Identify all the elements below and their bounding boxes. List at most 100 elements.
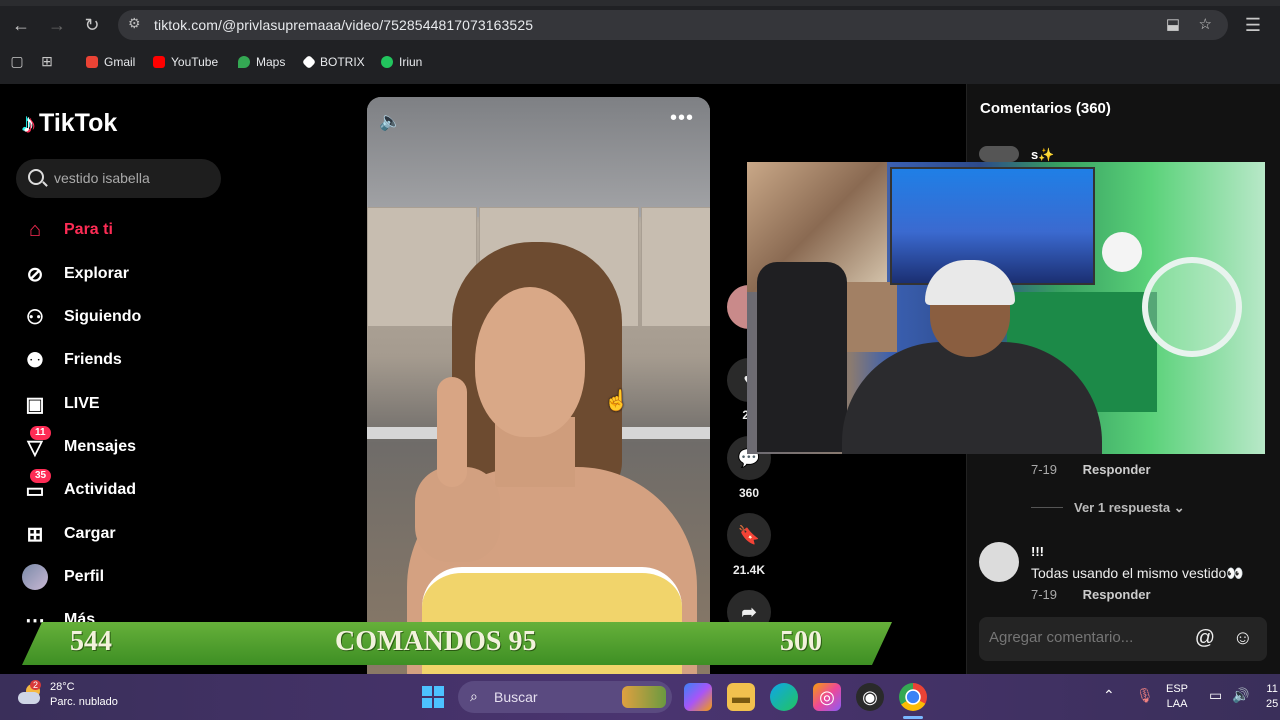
nav-siguiendo[interactable]: ⚇ Siguiendo xyxy=(22,302,141,332)
nav-label: Actividad xyxy=(64,481,137,498)
forward-arrow-icon[interactable]: → xyxy=(44,12,70,38)
bookmark-gmail[interactable]: Gmail xyxy=(86,53,135,71)
install-app-icon[interactable]: ⬓ xyxy=(1166,15,1180,33)
video-person-finger xyxy=(437,377,467,487)
show-hidden-icons-icon[interactable]: ⌃ xyxy=(1103,687,1115,704)
nav-label: Siguiendo xyxy=(64,308,142,325)
language-indicator[interactable]: ESP LAA xyxy=(1166,682,1188,712)
browser-chrome: ← → ↻ ⚙ tiktok.com/@privlasupremaaa/vide… xyxy=(0,0,1280,84)
tiktok-logo[interactable]: ♪ TikTok xyxy=(22,108,117,139)
bookmark-iriun[interactable]: Iriun xyxy=(381,53,422,71)
site-settings-icon[interactable]: ⚙ xyxy=(128,15,141,32)
nav-label: Explorar xyxy=(64,265,129,282)
address-bar[interactable]: ⚙ tiktok.com/@privlasupremaaa/video/7528… xyxy=(118,10,1228,40)
home-icon: ⌂ xyxy=(28,218,42,241)
nav-label: Cargar xyxy=(64,525,116,542)
microphone-icon[interactable]: 🎙 xyxy=(1136,687,1154,704)
obs-icon[interactable]: ◉ xyxy=(856,683,884,711)
url-text[interactable]: tiktok.com/@privlasupremaaa/video/752854… xyxy=(154,17,533,33)
view-replies-button[interactable]: Ver 1 respuesta ⌄ xyxy=(1074,500,1185,516)
video-cabinet xyxy=(641,207,710,327)
comment-count: 360 xyxy=(738,486,760,500)
instagram-icon[interactable]: ◎ xyxy=(813,683,841,711)
messages-badge: 11 xyxy=(30,426,51,440)
chrome-icon[interactable] xyxy=(899,683,927,711)
stream-banner: 544 COMANDOS 95 500 xyxy=(0,622,892,665)
nav-label: Para ti xyxy=(64,221,113,238)
emoji-icon[interactable]: ☺ xyxy=(1233,627,1253,650)
more-options-icon[interactable]: ••• xyxy=(670,107,694,130)
bookmark-maps[interactable]: Maps xyxy=(238,53,285,71)
windows-start-icon[interactable] xyxy=(422,686,444,708)
comment-text: Todas usando el mismo vestido👀 xyxy=(1031,565,1244,581)
live-icon: ▣ xyxy=(25,393,45,416)
weather-widget[interactable]: 2 28°C Parc. nublado xyxy=(16,680,118,710)
messages-icon: ▽ 11 xyxy=(22,426,51,460)
comment-meta: 7-19 Responder xyxy=(1031,587,1151,602)
nav-explorar[interactable]: ⊘ Explorar xyxy=(22,259,129,289)
video-player[interactable]: 🔈 ••• xyxy=(367,97,710,674)
edge-icon[interactable] xyxy=(770,683,798,711)
bookmark-youtube[interactable]: YouTube xyxy=(153,53,218,71)
active-app-indicator xyxy=(903,716,923,719)
taskbar-search[interactable]: ⌕ Buscar xyxy=(458,681,672,713)
nav-actividad[interactable]: ▭ 35 Actividad xyxy=(22,469,137,505)
lang-layout: LAA xyxy=(1166,698,1188,710)
comment-username[interactable]: !!! xyxy=(1031,544,1044,559)
copilot-icon[interactable] xyxy=(684,683,712,711)
file-explorer-icon[interactable]: ▬ xyxy=(727,683,755,711)
weather-badge: 2 xyxy=(30,680,42,690)
comment-avatar[interactable] xyxy=(979,542,1019,582)
compass-icon: ⊘ xyxy=(26,263,44,286)
profile-avatar xyxy=(22,564,48,590)
gaming-chair xyxy=(757,262,847,452)
video-background xyxy=(367,97,710,217)
search-input[interactable] xyxy=(54,167,214,189)
add-comment-box[interactable]: @ ☺ xyxy=(979,617,1267,661)
comment-date: 7-19 xyxy=(1031,587,1058,602)
bookmark-icon: 🔖 xyxy=(727,513,771,557)
nav-friends[interactable]: ⚉ Friends xyxy=(22,345,122,375)
mention-icon[interactable]: @ xyxy=(1195,627,1215,650)
nav-cargar[interactable]: ⊞ Cargar xyxy=(22,519,116,549)
bookmark-botrix[interactable]: BOTRIX xyxy=(301,53,365,71)
back-arrow-icon[interactable]: ← xyxy=(8,12,34,38)
network-icon[interactable]: ▭ xyxy=(1209,687,1222,704)
search-icon: ⌕ xyxy=(470,688,478,704)
clock-date: 25 xyxy=(1266,698,1279,710)
nav-live[interactable]: ▣ LIVE xyxy=(22,389,100,419)
comments-title: Comentarios (360) xyxy=(980,100,1111,117)
search-box[interactable] xyxy=(16,159,221,198)
youtube-icon xyxy=(153,56,165,68)
nav-mensajes[interactable]: ▽ 11 Mensajes xyxy=(22,426,137,462)
reload-icon[interactable]: ↻ xyxy=(79,12,105,38)
nav-perfil[interactable]: Perfil xyxy=(22,562,104,592)
apps-grid-icon[interactable]: ⊞ xyxy=(34,48,60,74)
hand-cursor-icon: ☝ xyxy=(604,390,629,412)
weather-text: 28°C Parc. nublado xyxy=(50,680,118,710)
nav-para-ti[interactable]: ⌂ Para ti xyxy=(22,215,113,245)
friends-icon: ⚉ xyxy=(26,349,44,372)
comment-date: 7-19 xyxy=(1031,462,1058,477)
weather-temp: 28°C xyxy=(50,681,75,693)
tab-strip xyxy=(0,0,1280,6)
bookmark-label: BOTRIX xyxy=(320,55,365,69)
panda-plush xyxy=(1102,232,1142,272)
search-highlight-icon xyxy=(622,686,666,708)
save-button[interactable]: 🔖 21.4K xyxy=(727,513,771,577)
add-comment-input[interactable] xyxy=(989,629,1189,646)
bookmark-star-icon[interactable]: ☆ xyxy=(1199,15,1212,33)
tab-overview-icon[interactable]: ▢ xyxy=(4,48,30,74)
banner-right-number: 500 xyxy=(780,626,822,657)
nav-label: Perfil xyxy=(64,568,105,585)
divider xyxy=(1031,507,1063,508)
maps-icon xyxy=(238,56,250,68)
reply-button[interactable]: Responder xyxy=(1083,462,1151,477)
clock[interactable]: 11 25 xyxy=(1266,682,1278,712)
tab-search-icon[interactable]: ☰ xyxy=(1240,12,1266,38)
volume-icon[interactable]: 🔊 xyxy=(1232,687,1249,704)
comment-meta: 7-19 Responder xyxy=(1031,462,1151,477)
nav-label: Mensajes xyxy=(64,438,137,455)
reply-button[interactable]: Responder xyxy=(1083,587,1151,602)
volume-icon[interactable]: 🔈 xyxy=(379,111,401,132)
